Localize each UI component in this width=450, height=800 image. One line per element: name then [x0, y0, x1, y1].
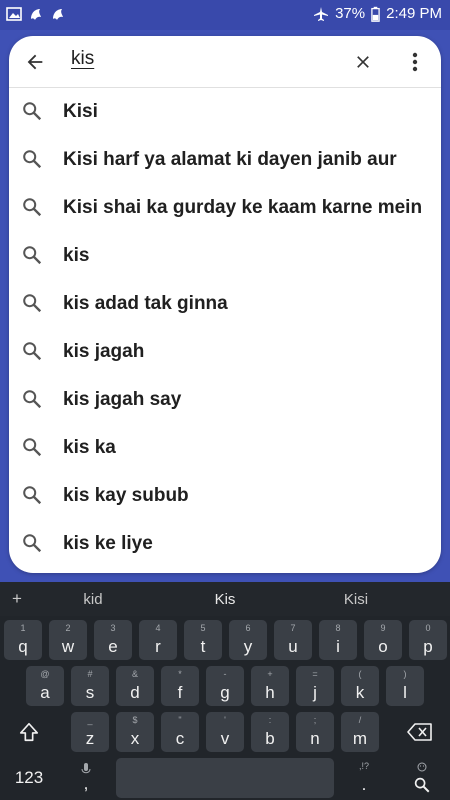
more-options-button[interactable]	[403, 48, 427, 76]
emoji-icon	[417, 762, 427, 772]
key-e[interactable]: 3e	[94, 620, 132, 660]
search-icon	[23, 150, 42, 169]
prediction-item[interactable]: kid	[38, 591, 148, 608]
close-icon	[357, 56, 369, 68]
suggestion-text: kis ka	[63, 437, 116, 458]
key-q[interactable]: 1q	[4, 620, 42, 660]
key-k[interactable]: (k	[341, 666, 379, 706]
search-icon	[23, 486, 42, 505]
airplane-mode-icon	[314, 6, 329, 21]
suggestion-list: Kisi Kisi harf ya alamat ki dayen janib …	[9, 88, 441, 568]
key-l[interactable]: ) l	[386, 666, 424, 706]
suggestion-text: Kisi	[63, 101, 98, 122]
image-icon	[6, 7, 22, 21]
search-icon	[23, 294, 42, 313]
key-h[interactable]: + h	[251, 666, 289, 706]
key-w[interactable]: 2w	[49, 620, 87, 660]
suggestion-text: kis adad tak ginna	[63, 293, 228, 314]
suggestion-item[interactable]: kis jagah say	[9, 376, 441, 424]
expand-toolbar-button[interactable]: +	[12, 589, 22, 609]
search-icon	[23, 390, 42, 409]
suggestion-text: kis kay subub	[63, 485, 189, 506]
battery-percent: 37%	[335, 5, 366, 22]
key-i[interactable]: 8i	[319, 620, 357, 660]
suggestion-item[interactable]: kis ka	[9, 424, 441, 472]
key-z[interactable]: _ z	[71, 712, 109, 752]
status-bar: 37% 2:49 PM	[0, 0, 450, 30]
search-icon	[23, 246, 42, 265]
notification-app-icon	[53, 9, 63, 20]
key-f[interactable]: * f	[161, 666, 199, 706]
key-o[interactable]: 9o	[364, 620, 402, 660]
suggestion-text: kis jagah say	[63, 389, 182, 410]
key-p[interactable]: 0p	[409, 620, 447, 660]
suggestion-item[interactable]: Kisi shai ka gurday ke kaam karne mein	[9, 184, 441, 232]
comma-key-label: ,	[83, 774, 89, 793]
arrow-back-icon	[27, 54, 43, 70]
keyboard: + kid Kis Kisi 1q 2w 3e 4r 5t 6y 7u 8i 9…	[0, 582, 450, 800]
search-icon	[23, 438, 42, 457]
shift-key[interactable]	[6, 712, 52, 752]
key-j[interactable]: = j	[296, 666, 334, 706]
key-u[interactable]: 7u	[274, 620, 312, 660]
search-input[interactable]: kis	[71, 48, 94, 70]
notification-app-icon	[31, 9, 41, 20]
suggestion-item[interactable]: kis kay subub	[9, 472, 441, 520]
search-icon	[23, 534, 42, 553]
search-icon	[23, 102, 42, 121]
key-b[interactable]: :b	[251, 712, 289, 752]
search-icon	[23, 342, 42, 361]
spacebar[interactable]	[116, 758, 334, 798]
voice-input-key[interactable]: ,	[68, 758, 104, 798]
key-x[interactable]: $ x	[116, 712, 154, 752]
battery-icon	[371, 6, 380, 22]
suggestion-text: kis	[63, 245, 90, 266]
suggestion-text: kis jagah	[63, 341, 145, 362]
clear-button[interactable]	[349, 48, 377, 76]
suggestion-text: Kisi harf ya alamat ki dayen janib aur	[63, 149, 397, 170]
search-key[interactable]	[400, 758, 444, 798]
suggestion-item[interactable]: Kisi	[9, 88, 441, 136]
key-c[interactable]: " c	[161, 712, 199, 752]
backspace-key[interactable]	[396, 712, 444, 752]
clock: 2:49 PM	[386, 5, 442, 22]
key-d[interactable]: & d	[116, 666, 154, 706]
prediction-item[interactable]: Kisi	[301, 591, 411, 608]
key-y[interactable]: 6y	[229, 620, 267, 660]
key-t[interactable]: 5t	[184, 620, 222, 660]
suggestion-item[interactable]: kis ke liye	[9, 520, 441, 568]
suggestion-item[interactable]: kis jagah	[9, 328, 441, 376]
search-icon	[23, 198, 42, 217]
suggestion-item[interactable]: Kisi harf ya alamat ki dayen janib aur	[9, 136, 441, 184]
back-button[interactable]	[21, 48, 49, 76]
suggestion-item[interactable]: kis adad tak ginna	[9, 280, 441, 328]
suggestion-text: Kisi shai ka gurday ke kaam karne mein	[63, 197, 423, 218]
key-s[interactable]: # s	[71, 666, 109, 706]
suggestion-text: kis ke liye	[63, 533, 153, 554]
key-m[interactable]: / m	[341, 712, 379, 752]
key-r[interactable]: 4r	[139, 620, 177, 660]
symbols-key[interactable]: 123	[4, 758, 54, 798]
key-g[interactable]: -g	[206, 666, 244, 706]
backspace-icon	[407, 723, 432, 741]
suggestion-item[interactable]: kis	[9, 232, 441, 280]
prediction-item[interactable]: Kis	[170, 591, 280, 608]
key-n[interactable]: ; n	[296, 712, 334, 752]
shift-icon	[19, 722, 39, 742]
key-v[interactable]: ' v	[206, 712, 244, 752]
prediction-bar: + kid Kis Kisi	[0, 582, 450, 616]
search-bar: kis	[9, 36, 441, 88]
key-a[interactable]: @ a	[26, 666, 64, 706]
more-vert-icon	[412, 52, 418, 72]
search-suggestions-card: kis Kisi Kisi harf ya alamat ki dayen ja…	[9, 36, 441, 573]
period-key[interactable]: ,!? .	[346, 758, 382, 798]
search-icon	[414, 777, 430, 793]
